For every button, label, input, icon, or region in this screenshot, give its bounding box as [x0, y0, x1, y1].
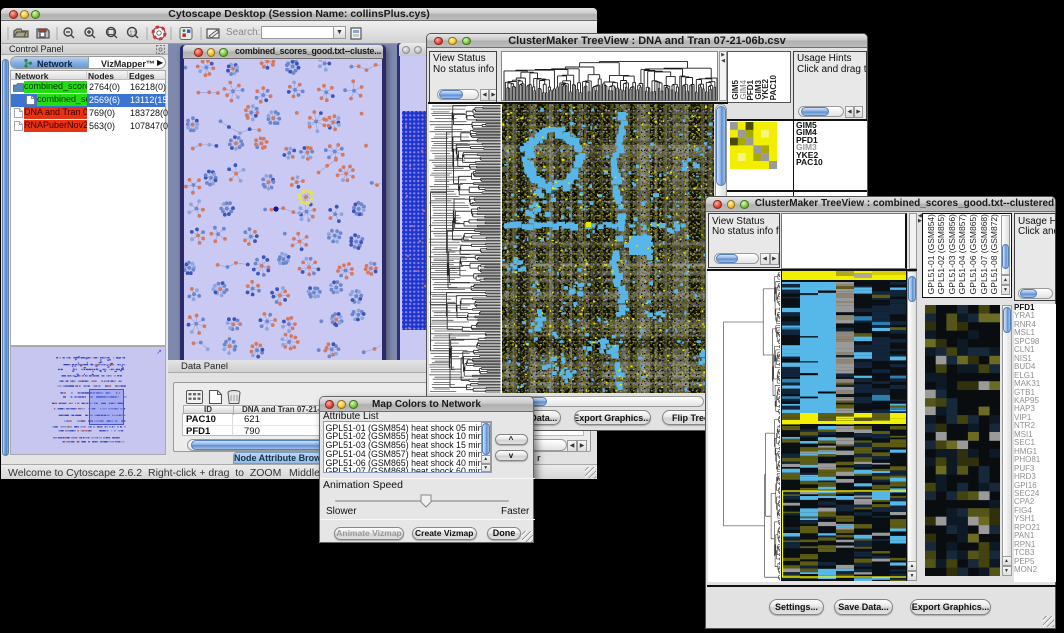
- svg-text:1:1: 1:1: [130, 31, 137, 37]
